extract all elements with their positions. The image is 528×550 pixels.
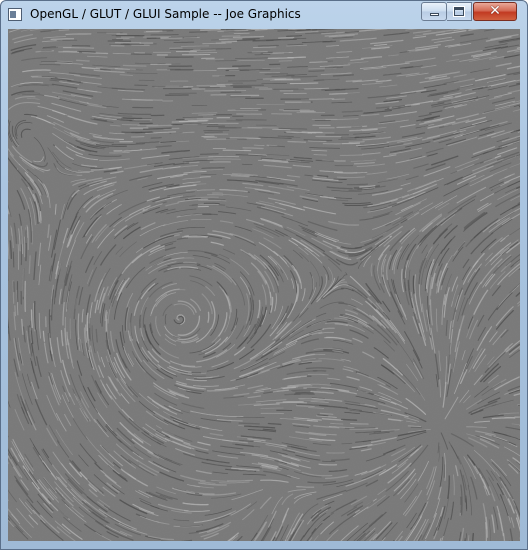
canvas-grain [8,29,520,541]
minimize-icon [422,3,446,20]
application-window-icon[interactable] [8,8,22,21]
flow-visualization [8,29,520,541]
close-button[interactable]: ✕ [473,2,517,21]
maximize-icon [447,3,471,20]
window-bottom-frame [1,540,527,549]
minimize-button[interactable] [421,2,447,21]
title-bar[interactable]: OpenGL / GLUT / GLUI Sample -- Joe Graph… [1,1,527,29]
opengl-canvas[interactable] [8,29,520,541]
window-title: OpenGL / GLUT / GLUI Sample -- Joe Graph… [30,7,301,21]
app-window: OpenGL / GLUT / GLUI Sample -- Joe Graph… [0,0,528,550]
close-icon: ✕ [489,3,501,19]
maximize-button[interactable] [447,2,472,21]
